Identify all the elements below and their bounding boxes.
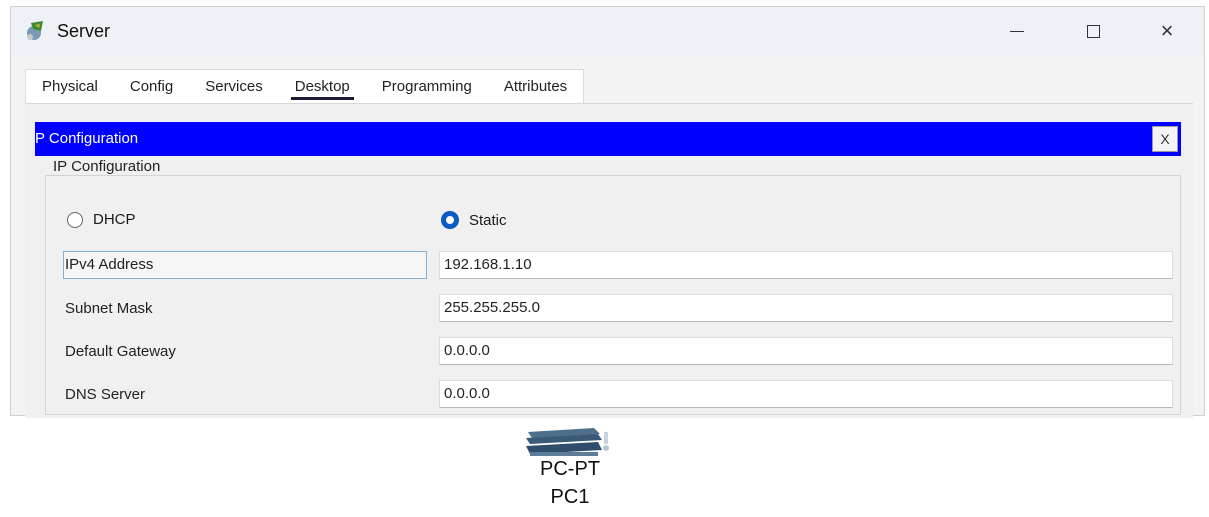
ipv4-address-label: IPv4 Address (65, 256, 154, 273)
tab-programming[interactable]: Programming (366, 70, 488, 104)
panel-header: P Configuration X (35, 122, 1181, 156)
static-radio[interactable] (441, 211, 459, 229)
tab-desktop[interactable]: Desktop (279, 70, 366, 104)
title-bar[interactable]: Server × (11, 7, 1204, 57)
dhcp-radio[interactable] (67, 211, 83, 228)
default-gateway-label: Default Gateway (65, 343, 176, 360)
subnet-mask-label: Subnet Mask (65, 300, 153, 317)
subnet-mask-input[interactable]: 255.255.255.0 (439, 294, 1173, 322)
ipv4-address-input[interactable]: 192.168.1.10 (439, 251, 1173, 279)
minimize-icon (1010, 30, 1024, 32)
maximize-icon (1086, 24, 1100, 38)
minimize-button[interactable] (995, 13, 1039, 49)
close-button[interactable]: × (1145, 13, 1189, 49)
server-app-icon (27, 21, 43, 40)
default-gateway-input[interactable]: 0.0.0.0 (439, 337, 1173, 365)
tab-attributes[interactable]: Attributes (488, 70, 583, 104)
panel-close-button[interactable]: X (1152, 126, 1178, 152)
tab-config[interactable]: Config (114, 70, 189, 104)
device-type-label: PC-PT (540, 458, 600, 480)
dns-server-label: DNS Server (65, 386, 146, 403)
static-label: Static (469, 211, 507, 229)
ip-configuration-panel: P Configuration X IP Configuration DHCP … (25, 103, 1193, 418)
tab-services[interactable]: Services (189, 70, 279, 104)
device-name-label: PC1 (550, 486, 590, 508)
dhcp-label: DHCP (93, 211, 136, 228)
server-window: Server × Physical Config Services Deskto… (10, 6, 1205, 418)
dhcp-option[interactable]: DHCP (67, 211, 136, 228)
group-title: IP Configuration (49, 158, 165, 175)
panel-header-title: P Configuration (35, 130, 139, 147)
maximize-button[interactable] (1071, 13, 1115, 49)
window-title: Server (57, 21, 111, 41)
pc-device-icon[interactable] (522, 418, 614, 462)
tab-bar: Physical Config Services Desktop Program… (25, 69, 585, 104)
close-icon: × (1160, 18, 1174, 43)
tab-physical[interactable]: Physical (26, 70, 114, 104)
dns-server-input[interactable]: 0.0.0.0 (439, 380, 1173, 408)
static-option[interactable]: Static (441, 211, 507, 229)
